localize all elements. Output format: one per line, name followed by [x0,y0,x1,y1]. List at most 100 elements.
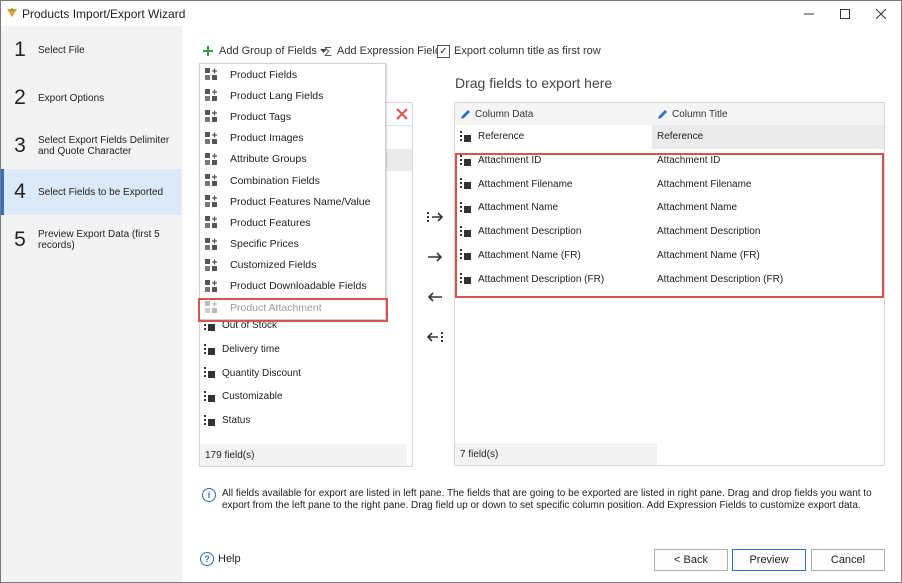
field-group-icon [205,195,217,208]
field-group-icon [205,89,217,102]
step-label: Export Options [38,92,105,104]
field-group-icon [205,216,217,229]
help-label: Help [218,553,241,565]
step-select-file[interactable]: 1 Select File [1,27,182,73]
double-arrow-left-icon [426,332,443,342]
list-item[interactable]: Quantity Discount [200,361,412,385]
menu-item-label: Customized Fields [230,259,317,272]
step-delimiter[interactable]: 3 Select Export Fields Delimiter and Quo… [1,123,182,169]
step-number: 3 [14,134,26,157]
export-pane-title: Drag fields to export here [455,75,613,91]
step-number: 1 [14,38,26,61]
maximize-icon [840,8,850,19]
close-button[interactable] [863,1,899,26]
field-list: Out of Stock Delivery time Quantity Disc… [200,314,412,432]
drag-handle-icon [460,130,472,143]
sigma-icon: Σ [324,43,333,59]
field-group-icon [205,152,217,165]
menu-item-label: Combination Fields [230,174,320,187]
step-number: 5 [14,228,26,251]
double-arrow-right-icon [427,212,444,222]
minimize-button[interactable] [791,1,827,26]
add-expression-label: Add Expression Field [337,45,441,57]
help-icon: ? [200,552,214,566]
close-icon [876,8,886,19]
preview-button[interactable]: Preview [732,549,806,571]
right-field-count: 7 field(s) [455,443,657,465]
arrow-right-icon [428,252,443,262]
menu-item[interactable]: Product Lang Fields [200,85,385,106]
field-label: Status [222,415,251,427]
menu-item[interactable]: Product Downloadable Fields [200,276,385,297]
drag-handle-icon [204,343,216,356]
main-content: Add Group of Fields Σ Add Expression Fie… [182,26,901,582]
menu-item[interactable]: Product Fields [200,64,385,85]
menu-item[interactable]: Combination Fields [200,170,385,191]
menu-item-label: Product Downloadable Fields [230,280,367,293]
step-number: 2 [14,86,26,109]
step-label: Select File [38,44,85,56]
menu-item-label: Product Fields [230,68,298,81]
add-group-button[interactable]: Add Group of Fields [202,42,327,60]
app-logo-icon [7,8,17,17]
export-title-checkbox[interactable]: ✓ Export column title as first row [437,42,601,60]
back-button[interactable]: < Back [654,549,728,571]
list-item[interactable]: Delivery time [200,338,412,362]
left-field-count: 179 field(s) [200,444,407,466]
plus-icon [203,46,213,56]
menu-item[interactable]: Product Images [200,128,385,149]
cancel-button[interactable]: Cancel [811,549,885,571]
drag-handle-icon [204,367,216,379]
help-link[interactable]: ? Help [200,552,241,566]
clear-search-icon[interactable] [396,108,408,120]
wizard-steps-sidebar: 1 Select File 2 Export Options 3 Select … [1,26,185,582]
minimize-icon [804,13,814,14]
column-title-label: Column Title [672,108,728,120]
remove-field-button[interactable] [425,287,445,307]
step-export-options[interactable]: 2 Export Options [1,75,182,121]
column-data-header[interactable]: Column Data [455,109,652,120]
menu-item[interactable]: Product Features Name/Value [200,191,385,212]
add-group-label: Add Group of Fields [219,45,317,57]
menu-item-label: Specific Prices [230,238,299,251]
table-row[interactable]: Reference Reference [455,125,884,149]
add-expression-button[interactable]: Σ Add Expression Field [324,42,441,60]
field-group-icon [205,131,217,144]
field-group-icon [205,110,217,123]
list-item[interactable]: Customizable [200,385,412,409]
menu-item[interactable]: Product Features [200,212,385,233]
step-label: Select Fields to be Exported [38,186,164,198]
info-text: All fields available for export are list… [222,488,872,511]
menu-item[interactable]: Attribute Groups [200,149,385,170]
remove-all-fields-button[interactable] [425,327,445,347]
step-select-fields[interactable]: 4 Select Fields to be Exported [1,169,185,215]
drag-handle-icon [204,414,216,427]
step-number: 4 [14,180,26,203]
add-field-button[interactable] [425,247,445,267]
list-item[interactable]: Status [200,409,412,433]
title-bar: Products Import/Export Wizard [1,1,901,26]
attachment-fields-highlight [455,153,884,298]
add-all-fields-button[interactable] [425,207,445,227]
column-title-header[interactable]: Column Title [652,109,728,120]
checkmark-icon: ✓ [437,44,450,58]
menu-item-label: Product Features Name/Value [230,195,371,208]
export-table-header: Column Data Column Title [455,103,884,126]
step-preview[interactable]: 5 Preview Export Data (first 5 records) [1,217,182,263]
menu-item-label: Product Lang Fields [230,89,324,102]
field-label: Quantity Discount [222,367,301,379]
column-title-cell[interactable]: Reference [652,131,703,142]
wizard-window: Products Import/Export Wizard 1 Select F… [0,0,902,583]
drag-handle-icon [204,390,216,403]
field-group-icon [205,279,217,292]
maximize-button[interactable] [827,1,863,26]
menu-item[interactable]: Specific Prices [200,234,385,255]
info-icon: i [202,488,216,502]
field-group-icon [205,258,217,271]
menu-item[interactable]: Customized Fields [200,255,385,276]
field-label: Customizable [222,391,283,403]
menu-item[interactable]: Product Tags [200,106,385,127]
arrow-left-icon [427,292,442,302]
menu-item-label: Product Tags [230,110,292,123]
pencil-icon [461,109,470,119]
